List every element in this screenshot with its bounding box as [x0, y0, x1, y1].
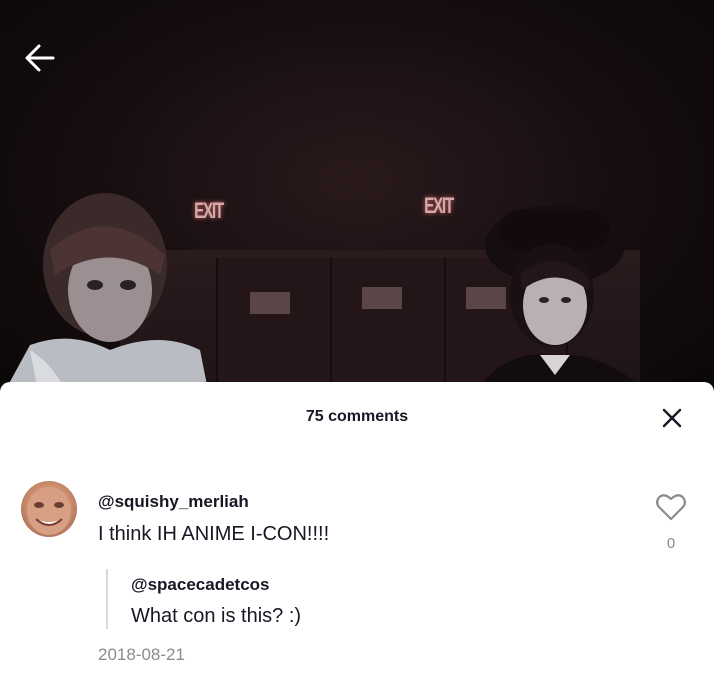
video-player[interactable]: EXIT EXIT — [0, 0, 714, 400]
door-sign — [362, 287, 402, 309]
comments-sheet: 75 comments @squishy_merliah I think IH … — [0, 382, 714, 685]
arrow-left-icon — [25, 44, 55, 72]
reply-text: What con is this? :) — [131, 605, 302, 627]
door-sign — [250, 292, 290, 314]
comment-username[interactable]: @squishy_merliah — [98, 492, 249, 512]
like-count: 0 — [666, 535, 676, 552]
heart-icon — [656, 494, 686, 521]
avatar[interactable] — [21, 481, 77, 537]
comment-date: 2018-08-21 — [98, 645, 185, 664]
door — [216, 258, 340, 400]
close-button[interactable] — [656, 402, 688, 434]
close-icon — [662, 408, 682, 428]
exit-sign: EXIT — [424, 193, 454, 218]
like-button[interactable] — [655, 492, 687, 522]
avatar-image — [27, 487, 71, 535]
reply-divider — [106, 569, 108, 629]
reply-username[interactable]: @spacecadetcos — [131, 575, 269, 595]
back-button[interactable] — [20, 38, 60, 78]
person-right — [470, 205, 650, 400]
person-left — [10, 193, 210, 400]
comment-text: I think IH ANIME I-CON!!!! — [98, 523, 330, 545]
comments-count-title: 75 comments — [305, 408, 409, 425]
door — [330, 258, 454, 400]
